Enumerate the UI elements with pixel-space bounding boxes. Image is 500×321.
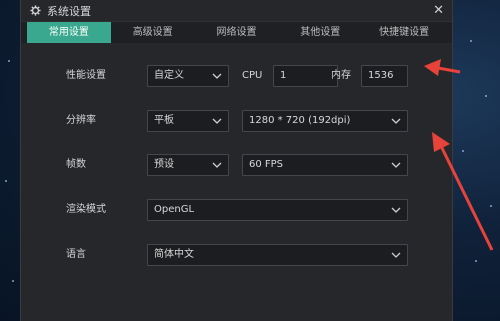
annotation-arrows (424, 59, 494, 251)
annotation-arrow-memory (424, 59, 461, 76)
annotation-arrow-resolution (432, 132, 494, 251)
